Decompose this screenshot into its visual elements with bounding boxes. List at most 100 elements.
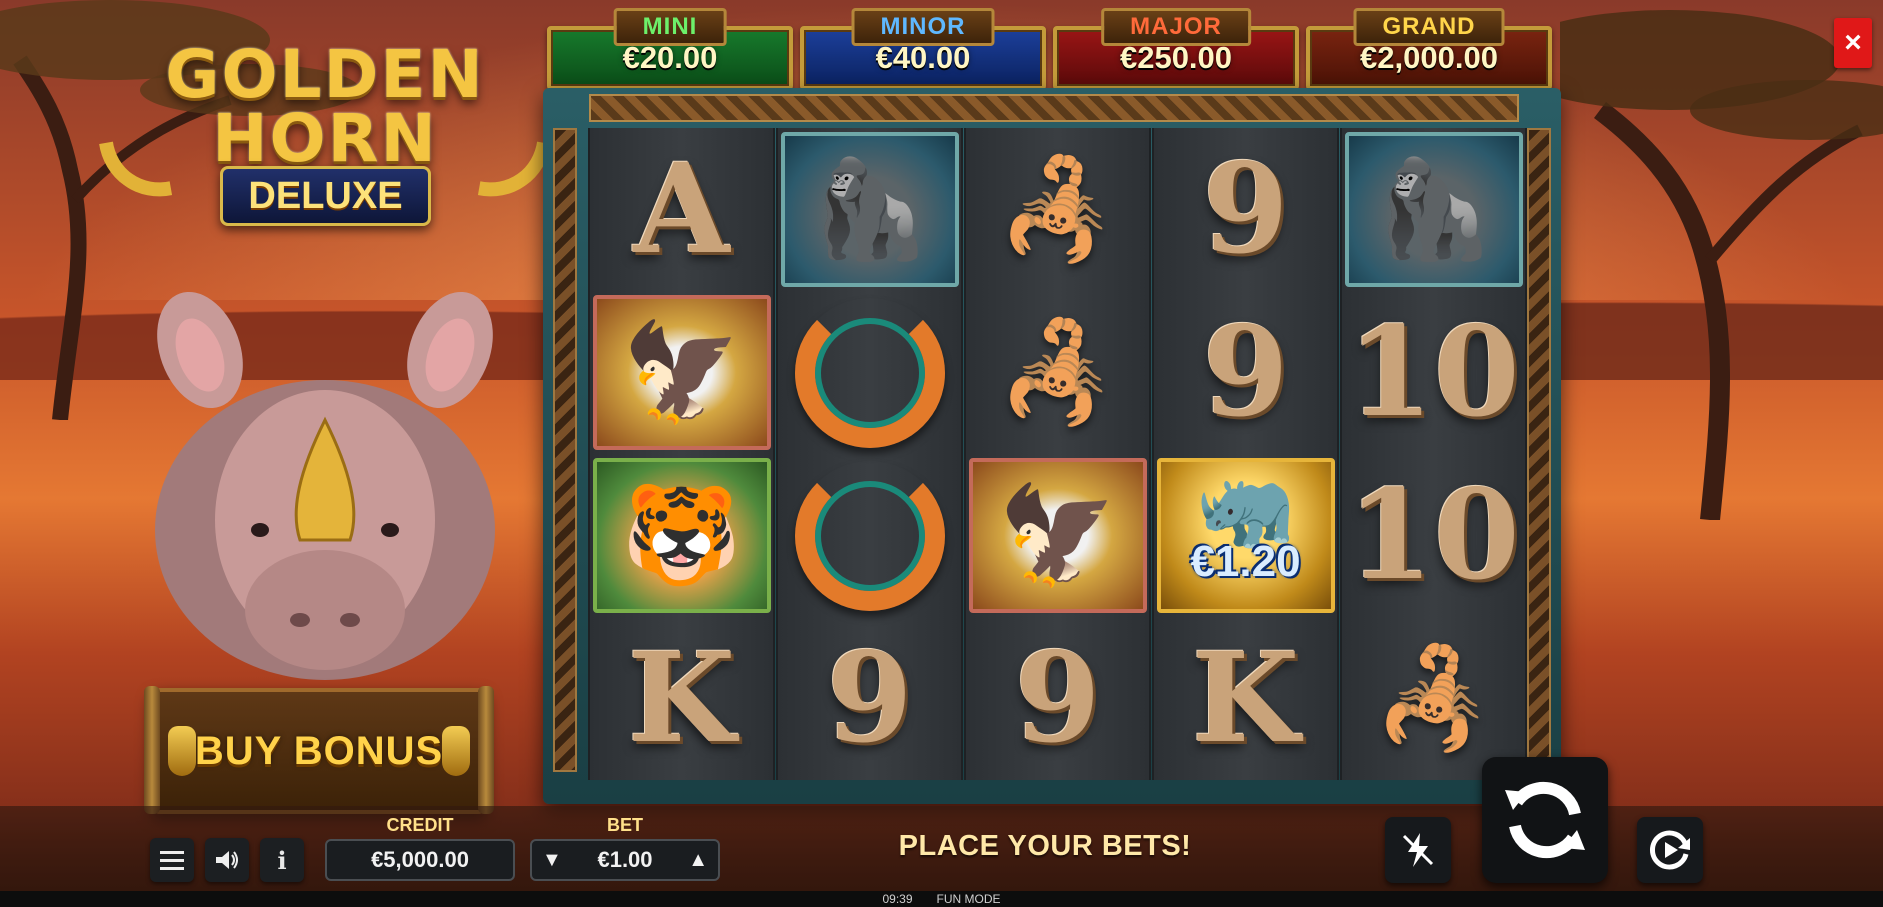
spin-button[interactable] — [1482, 757, 1608, 883]
reel-cell: 🦂 — [966, 128, 1149, 291]
symbol-k: K — [627, 625, 736, 771]
necklace-symbol-icon — [794, 297, 945, 448]
jackpot-mini-label: MINI — [613, 8, 727, 46]
symbol-9: 9 — [826, 625, 913, 771]
reel-cell: 🦍 — [778, 128, 961, 291]
reel-cell: 🦏 €1.20 — [1154, 454, 1337, 617]
reel-frame-right-pillar — [1527, 128, 1551, 772]
credit-display: €5,000.00 — [325, 839, 515, 881]
scorpion-symbol-icon: 🦂 — [997, 318, 1118, 426]
acacia-tree-right — [1560, 10, 1883, 520]
bet-selector: ▼ €1.00 ▲ — [530, 839, 720, 881]
gorilla-symbol-icon: 🦍 — [780, 132, 959, 287]
scorpion-symbol-icon: 🦂 — [997, 155, 1118, 263]
bet-increase-button[interactable]: ▲ — [688, 849, 708, 872]
lightning-off-icon — [1402, 833, 1434, 867]
reel-cell: 🦅 — [590, 291, 773, 454]
reel-cell: K — [1154, 617, 1337, 780]
prize-value: €1.20 — [1190, 537, 1301, 586]
eagle-symbol-icon: 🦅 — [968, 458, 1147, 613]
jackpot-mini: MINI €20.00 — [547, 8, 793, 90]
reel-cell — [778, 291, 961, 454]
bet-label: BET — [607, 815, 643, 835]
symbol-10: 10 — [1347, 462, 1520, 608]
eagle-icon: 🦅 — [621, 318, 742, 426]
tiger-symbol-icon: 🐯 — [592, 458, 771, 613]
reel-grid: A 🦅 🐯 K 🦍 9 🦂 🦂 🦅 9 9 9 🦏 €1.20 K 🦍 10 10 🦂 — [588, 128, 1527, 780]
speaker-icon — [216, 851, 238, 869]
reel-column: 9 9 🦏 €1.20 K — [1152, 128, 1339, 780]
symbol-9: 9 — [1202, 299, 1289, 445]
clock-time: 09:39 — [882, 892, 913, 906]
bamboo-pole-left — [144, 686, 160, 814]
info-icon: i — [277, 845, 287, 875]
reel-column: 🦂 🦂 🦅 9 — [964, 128, 1151, 780]
scorpion-symbol-icon: 🦂 — [1373, 644, 1494, 752]
bamboo-pole-right — [478, 686, 494, 814]
symbol-k: K — [1191, 625, 1300, 771]
reel-frame-left-pillar — [553, 128, 577, 772]
logo-deluxe-badge: DELUXE — [220, 166, 431, 226]
gold-rhino-symbol-icon: 🦏 €1.20 — [1156, 458, 1335, 613]
menu-icon — [160, 851, 184, 870]
rhino-head-icon: 🦏 — [1195, 463, 1296, 552]
symbol-10: 10 — [1347, 299, 1520, 445]
reel-cell: 9 — [778, 617, 961, 780]
game-logo: GOLDEN HORN DELUXE — [71, 20, 579, 230]
reel-cell: 🦂 — [1342, 617, 1525, 780]
symbol-a: A — [633, 136, 730, 282]
sound-button[interactable] — [205, 838, 249, 882]
turbo-button[interactable] — [1385, 817, 1451, 883]
reel-column: 🦍 9 — [776, 128, 963, 780]
eagle-icon: 🦅 — [997, 481, 1118, 589]
reel-cell — [778, 454, 961, 617]
tiger-icon: 🐯 — [621, 481, 742, 589]
reel-cell: 🐯 — [590, 454, 773, 617]
jackpot-minor: MINOR €40.00 — [800, 8, 1046, 90]
jackpot-bar: MINI €20.00 MINOR €40.00 MAJOR €250.00 G… — [547, 6, 1559, 90]
symbol-9: 9 — [1014, 625, 1101, 771]
eagle-symbol-icon: 🦅 — [592, 295, 771, 450]
bet-value: €1.00 — [597, 847, 653, 872]
status-message: PLACE YOUR BETS! — [898, 830, 1192, 862]
reel-cell: 10 — [1342, 291, 1525, 454]
reel-frame-top-band — [589, 94, 1519, 122]
jackpot-major-label: MAJOR — [1101, 8, 1251, 46]
reel-cell: 10 — [1342, 454, 1525, 617]
close-button[interactable]: × — [1834, 18, 1872, 68]
tribal-mask-right-icon — [442, 726, 470, 776]
spin-arrows-icon — [1505, 781, 1585, 859]
jackpot-grand-label: GRAND — [1353, 8, 1505, 46]
jackpot-major: MAJOR €250.00 — [1053, 8, 1299, 90]
reel-cell: A — [590, 128, 773, 291]
reel-cell: K — [590, 617, 773, 780]
reel-cell: 🦅 — [966, 454, 1149, 617]
autoplay-button[interactable] — [1637, 817, 1703, 883]
necklace-symbol-icon — [794, 460, 945, 611]
gorilla-symbol-icon: 🦍 — [1344, 132, 1523, 287]
info-button[interactable]: i — [260, 838, 304, 882]
reel-cell: 9 — [1154, 291, 1337, 454]
reel-cell: 🦂 — [966, 291, 1149, 454]
reel-column: 🦍 10 10 🦂 — [1340, 128, 1527, 780]
reel-column: A 🦅 🐯 K — [588, 128, 775, 780]
bet-decrease-button[interactable]: ▼ — [542, 849, 562, 872]
reel-cell: 🦍 — [1342, 128, 1525, 291]
jackpot-grand: GRAND €2,000.00 — [1306, 8, 1552, 90]
autoplay-icon — [1650, 830, 1690, 870]
reel-cell: 9 — [1154, 128, 1337, 291]
buy-bonus-label: BUY BONUS — [194, 728, 444, 773]
game-stage: GOLDEN HORN DELUXE BUY BONUS MINI €20.00… — [0, 0, 1883, 907]
close-icon: × — [1844, 26, 1862, 59]
rhino-character — [155, 291, 495, 680]
reel-cell: 9 — [966, 617, 1149, 780]
gorilla-icon: 🦍 — [1373, 155, 1494, 263]
buy-bonus-button[interactable]: BUY BONUS — [144, 686, 494, 814]
tribal-mask-left-icon — [168, 726, 196, 776]
game-mode-label: FUN MODE — [936, 892, 1001, 906]
menu-button[interactable] — [150, 838, 194, 882]
jackpot-minor-label: MINOR — [851, 8, 995, 46]
footer-bar: 09:39 FUN MODE — [0, 891, 1883, 907]
symbol-9: 9 — [1202, 136, 1289, 282]
credit-label: CREDIT — [386, 815, 454, 835]
